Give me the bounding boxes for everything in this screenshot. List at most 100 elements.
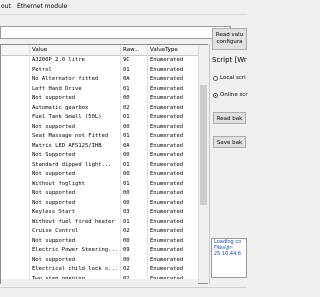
cell-value: Not supported — [32, 95, 76, 101]
cell-value: Standard dipped light... — [32, 161, 112, 168]
table-header: Value Raw... ValueType — [1, 45, 207, 56]
cell-raw: 09 — [123, 247, 130, 253]
scrollbar-thumb[interactable] — [200, 85, 207, 205]
cell-value: No Alternator fitted — [32, 76, 99, 82]
vertical-scrollbar[interactable] — [198, 45, 208, 283]
cell-value: Seat Massage not Fitted — [32, 133, 109, 139]
column-header-valuetype[interactable]: ValueType — [150, 47, 178, 53]
cell-valuetype: Enumerated — [150, 266, 184, 272]
cell-value: Not supported — [32, 199, 76, 206]
table-row[interactable]: Electric Power Steering... 09 Enumerated — [1, 246, 207, 254]
cell-value: Not supported — [32, 123, 76, 130]
read-backup-button[interactable]: Read bak — [213, 112, 246, 124]
column-header-raw[interactable]: Raw... — [123, 47, 139, 53]
cell-value: Not supported — [32, 237, 76, 244]
table-row[interactable]: No Alternator fitted 0A Enumerated — [1, 75, 207, 83]
log-output: Loading co Files\jlr- 25.10.44.6 — [211, 238, 247, 278]
log-line: 25.10.44.6 — [214, 251, 242, 257]
cell-value: Automatic gearbox — [32, 104, 89, 111]
cell-raw: 02 — [123, 266, 130, 272]
table-row[interactable]: Cruise Control 02 Enumerated — [1, 227, 207, 235]
table-row[interactable]: Not supported 00 Enumerated — [1, 170, 207, 178]
cell-value: Without foglight — [32, 180, 85, 187]
table-row[interactable]: Not supported 00 Enumerated — [1, 199, 207, 207]
table-row[interactable]: Left Hand Drive 01 Enumerated — [1, 85, 207, 93]
module-select[interactable]: ▾ — [0, 26, 231, 39]
cell-raw: 00 — [123, 237, 130, 244]
cell-raw: 00 — [123, 256, 130, 263]
panel-divider — [209, 44, 210, 284]
table-row[interactable]: Matrix LED AFS125/IHB 0A Enumerated — [1, 142, 207, 150]
cell-value: AJ200P 2.0 litre — [32, 57, 85, 63]
script-panel-title: Script [Wr — [212, 56, 247, 64]
cell-raw: 9C — [123, 57, 130, 63]
cell-valuetype: Enumerated — [150, 123, 184, 130]
table-row[interactable]: Automatic gearbox 02 Enumerated — [1, 104, 207, 112]
table-row[interactable]: Without fuel fired heater 01 Enumerated — [1, 218, 207, 226]
cell-raw: 02 — [123, 104, 130, 111]
values-table[interactable]: Value Raw... ValueType AJ200P 2.0 litre 9… — [0, 44, 208, 284]
cell-valuetype: Enumerated — [150, 76, 184, 82]
table-row[interactable]: Keyless Start 03 Enumerated — [1, 208, 207, 216]
table-row[interactable]: Not supported 00 Enumerated — [1, 189, 207, 197]
cell-valuetype: Enumerated — [150, 66, 184, 73]
table-row[interactable]: Without foglight 01 Enumerated — [1, 180, 207, 188]
cell-valuetype: Enumerated — [150, 190, 184, 196]
table-row[interactable]: Not supported 00 Enumerated — [1, 94, 207, 102]
table-row[interactable]: Petrol 01 Enumerated — [1, 66, 207, 74]
table-row[interactable]: Not Supported 00 Enumerated — [1, 151, 207, 159]
cell-valuetype: Enumerated — [150, 142, 184, 149]
cell-valuetype: Enumerated — [150, 247, 184, 253]
cell-value: Not supported — [32, 256, 76, 263]
cell-raw: 0A — [123, 142, 130, 149]
table-row[interactable]: Not supported 00 Enumerated — [1, 123, 207, 131]
column-header-value[interactable]: Value — [32, 47, 47, 53]
read-values-configuration-button[interactable]: Read valu configura — [212, 28, 247, 50]
table-row[interactable]: Not supported 00 Enumerated — [1, 256, 207, 264]
cell-value: Cruise Control — [32, 228, 79, 234]
cell-value: Matrix LED AFS125/IHB — [32, 142, 102, 149]
cell-raw: 01 — [123, 218, 130, 225]
cell-value: Not supported — [32, 171, 76, 177]
save-backup-label: Save bak — [216, 140, 243, 146]
cell-valuetype: Enumerated — [150, 104, 184, 111]
cell-raw: 0A — [123, 76, 130, 82]
cell-valuetype: Enumerated — [150, 228, 184, 234]
cell-raw: 02 — [123, 228, 130, 234]
save-backup-button[interactable]: Save bak — [213, 136, 246, 148]
cell-valuetype: Enumerated — [150, 218, 184, 225]
cell-valuetype: Enumerated — [150, 95, 184, 101]
cell-raw: 01 — [123, 114, 130, 120]
read-values-label: Read valu configura — [215, 32, 244, 45]
cell-valuetype: Enumerated — [150, 209, 184, 215]
cell-valuetype: Enumerated — [150, 161, 184, 168]
table-row[interactable]: Fuel Tank Small (50L) 01 Enumerated — [1, 113, 207, 121]
table-row[interactable]: Seat Massage not Fitted 01 Enumerated — [1, 132, 207, 140]
table-row[interactable]: AJ200P 2.0 litre 9C Enumerated — [1, 56, 207, 64]
cell-raw: 01 — [123, 161, 130, 168]
cell-value: Electric Power Steering... — [32, 247, 119, 253]
cell-valuetype: Enumerated — [150, 57, 184, 63]
cell-valuetype: Enumerated — [150, 256, 184, 263]
menu-bar: out Ethernet module — [0, 0, 247, 15]
cell-valuetype: Enumerated — [150, 133, 184, 139]
table-row[interactable]: Not supported 00 Enumerated — [1, 237, 207, 245]
cell-value: Petrol — [32, 66, 52, 73]
online-script-radio[interactable] — [213, 93, 218, 98]
read-backup-label: Read bak — [216, 116, 243, 122]
menu-item-out[interactable]: out — [1, 3, 11, 10]
menu-item-ethernet-module[interactable]: Ethernet module — [17, 3, 67, 10]
cell-valuetype: Enumerated — [150, 199, 184, 206]
table-row[interactable]: Standard dipped light... 01 Enumerated — [1, 161, 207, 169]
table-row[interactable]: Electrical child lock s... 02 Enumerated — [1, 265, 207, 273]
cell-raw: 00 — [123, 123, 130, 130]
horizontal-scrollbar[interactable] — [1, 279, 198, 284]
cell-raw: 00 — [123, 199, 130, 206]
cell-valuetype: Enumerated — [150, 152, 184, 158]
local-script-radio[interactable] — [213, 76, 218, 81]
cell-raw: 00 — [123, 190, 130, 196]
cell-value: Left Hand Drive — [32, 85, 82, 92]
cell-valuetype: Enumerated — [150, 180, 184, 187]
online-script-label: Online scr — [220, 92, 248, 98]
cell-valuetype: Enumerated — [150, 85, 184, 92]
